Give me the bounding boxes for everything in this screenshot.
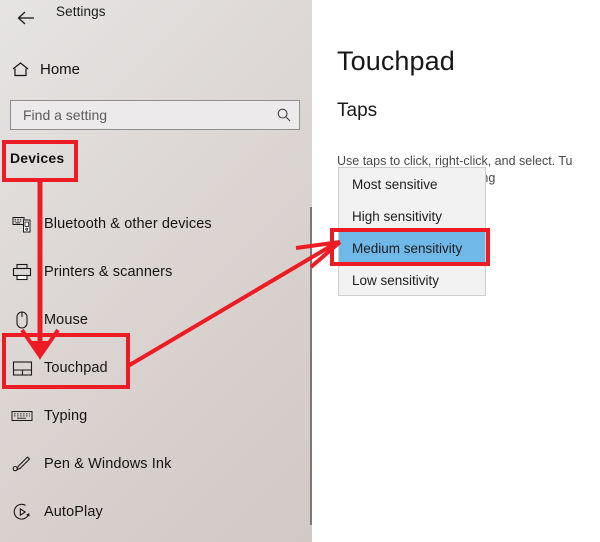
touchpad-highlight-box <box>2 333 130 389</box>
medium-sensitivity-highlight-box <box>330 228 490 266</box>
annotation-overlay <box>20 182 342 368</box>
devices-highlight-box <box>2 140 78 182</box>
settings-window: Settings Home Find a setting Devices Blu… <box>0 0 600 542</box>
